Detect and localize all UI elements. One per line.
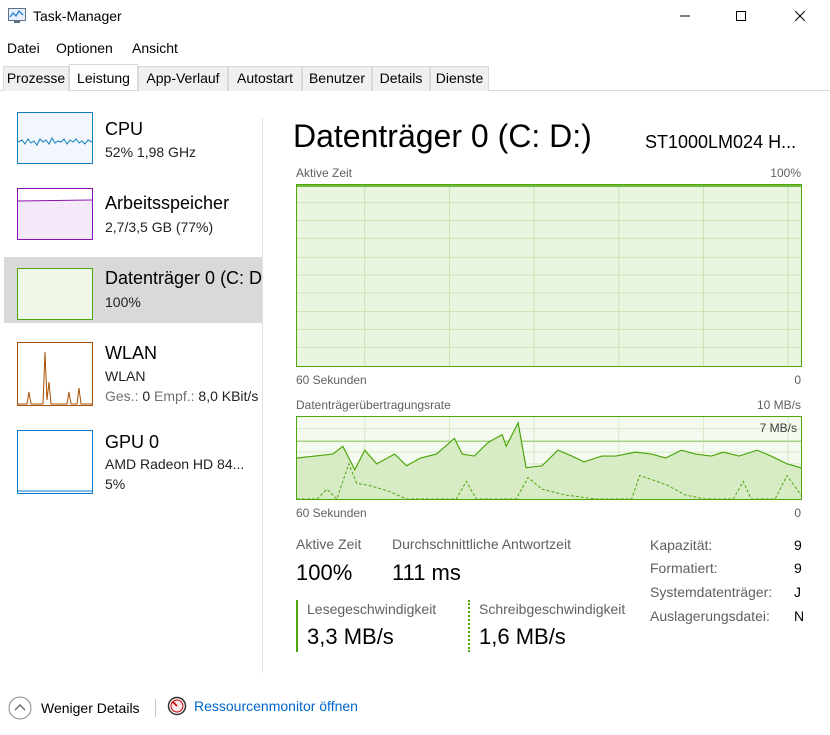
fewer-details-label: Weniger Details xyxy=(41,700,140,716)
transfer-rate-graph-min: 0 xyxy=(794,506,801,520)
maximize-button[interactable] xyxy=(718,0,764,32)
response-time-value: 111 ms xyxy=(392,560,461,585)
tab-leistung[interactable]: Leistung xyxy=(69,64,138,90)
active-time-value: 100% xyxy=(296,560,353,585)
tab-bar: Prozesse Leistung App-Verlauf Autostart … xyxy=(0,64,830,91)
active-time-graph-min: 0 xyxy=(794,373,801,387)
resource-monitor-label[interactable]: Ressourcenmonitor öffnen xyxy=(194,698,358,714)
sidebar-cpu-usage: 52% 1,98 GHz xyxy=(105,144,197,160)
transfer-rate-graph-max: 10 MB/s xyxy=(756,398,801,412)
system-disk-value: J xyxy=(794,584,801,600)
wlan-send-value: 0 xyxy=(142,388,151,404)
sidebar-disk-usage: 100% xyxy=(105,294,141,310)
memory-thumbnail-graph xyxy=(17,188,93,240)
response-time-label: Durchschnittliche Antwortzeit xyxy=(392,536,571,552)
fewer-details-button[interactable]: Weniger Details xyxy=(8,696,140,720)
sidebar-wlan-name: WLAN xyxy=(105,343,158,363)
maximize-icon xyxy=(736,11,746,21)
sidebar-item-wlan[interactable]: WLAN WLAN Ges.: 0 Empf.: 8,0 KBit/s xyxy=(4,342,262,408)
resource-monitor-icon xyxy=(167,696,187,716)
sidebar-gpu-name: GPU 0 xyxy=(105,432,160,452)
capacity-label: Kapazität: xyxy=(650,537,713,553)
sidebar-wlan-throughput: Ges.: 0 Empf.: 8,0 KBit/s xyxy=(105,388,262,404)
write-speed-value: 1,6 MB/s xyxy=(479,624,566,649)
capacity-value: 9 xyxy=(794,537,802,553)
resource-sidebar: CPU 52% 1,98 GHz Arbeitsspeicher 2,7/3,5… xyxy=(0,106,262,676)
menu-ansicht[interactable]: Ansicht xyxy=(132,40,178,56)
title-bar: Task-Manager xyxy=(0,0,830,34)
wlan-receive-value: 8,0 KBit/s xyxy=(198,388,259,404)
menu-datei[interactable]: Datei xyxy=(7,40,40,56)
page-title: Datenträger 0 (C: D:) xyxy=(293,118,592,154)
sidebar-cpu-name: CPU xyxy=(105,119,144,139)
tab-details[interactable]: Details xyxy=(372,66,430,91)
resource-monitor-link[interactable]: Ressourcenmonitor öffnen xyxy=(167,696,358,716)
wlan-receive-label: Empf.: xyxy=(154,388,195,404)
menu-optionen[interactable]: Optionen xyxy=(56,40,113,56)
close-button[interactable] xyxy=(777,0,823,32)
task-manager-icon xyxy=(8,8,26,23)
sidebar-wlan-adapter: WLAN xyxy=(105,368,146,384)
active-time-graph-label: Aktive Zeit xyxy=(296,166,353,180)
wlan-thumbnail-graph xyxy=(17,342,93,406)
chevron-up-circle-icon xyxy=(8,696,32,720)
formatted-label: Formatiert: xyxy=(650,560,718,576)
transfer-rate-graph-inner-label: 7 MB/s xyxy=(759,421,797,435)
minimize-icon xyxy=(680,15,690,17)
write-speed-indicator xyxy=(468,600,470,652)
close-icon xyxy=(794,10,806,22)
minimize-button[interactable] xyxy=(662,0,708,32)
active-time-graph xyxy=(296,184,802,367)
transfer-rate-graph-xlabel: 60 Sekunden xyxy=(296,506,367,520)
transfer-rate-graph xyxy=(296,416,802,500)
tab-autostart[interactable]: Autostart xyxy=(228,66,302,91)
sidebar-memory-name: Arbeitsspeicher xyxy=(105,193,230,213)
sidebar-gpu-usage: 5% xyxy=(105,476,126,492)
sidebar-item-cpu[interactable]: CPU 52% 1,98 GHz xyxy=(4,112,262,178)
write-speed-label: Schreibgeschwindigkeit xyxy=(479,601,626,617)
sidebar-item-disk-0[interactable]: Datenträger 0 (C: D:) 100% xyxy=(4,257,262,323)
pagefile-label: Auslagerungsdatei: xyxy=(650,608,770,624)
tab-dienste[interactable]: Dienste xyxy=(430,66,489,91)
sidebar-disk-name: Datenträger 0 (C: D:) xyxy=(105,268,262,288)
tab-app-verlauf[interactable]: App-Verlauf xyxy=(138,66,228,91)
formatted-value: 9 xyxy=(794,560,802,576)
active-time-graph-xlabel: 60 Sekunden xyxy=(296,373,367,387)
footer-divider xyxy=(155,699,156,717)
window-title: Task-Manager xyxy=(33,8,122,24)
sidebar-item-gpu-0[interactable]: GPU 0 AMD Radeon HD 84... 5% xyxy=(4,430,262,496)
active-time-label: Aktive Zeit xyxy=(296,536,362,552)
tab-prozesse[interactable]: Prozesse xyxy=(3,66,69,91)
pagefile-value: N xyxy=(794,608,805,624)
cpu-thumbnail-graph xyxy=(17,112,93,164)
read-speed-value: 3,3 MB/s xyxy=(307,624,394,649)
read-speed-label: Lesegeschwindigkeit xyxy=(307,601,437,617)
gpu-thumbnail-graph xyxy=(17,430,93,494)
sidebar-item-memory[interactable]: Arbeitsspeicher 2,7/3,5 GB (77%) xyxy=(4,188,262,254)
wlan-send-label: Ges.: xyxy=(105,388,139,404)
tab-benutzer[interactable]: Benutzer xyxy=(302,66,372,91)
active-time-graph-max: 100% xyxy=(770,166,801,180)
system-disk-label: Systemdatenträger: xyxy=(650,584,773,600)
footer-bar: Weniger Details Ressourcenmonitor öffnen xyxy=(0,690,830,730)
disk-model: ST1000LM024 H... xyxy=(645,132,797,152)
transfer-rate-graph-label: Datenträgerübertragungsrate xyxy=(296,398,451,412)
disk-thumbnail-graph xyxy=(17,268,93,320)
sidebar-gpu-model: AMD Radeon HD 84... xyxy=(105,456,245,472)
read-speed-indicator xyxy=(296,600,298,652)
disk-detail-panel: Datenträger 0 (C: D:) ST1000LM024 H... A… xyxy=(263,106,830,676)
sidebar-memory-usage: 2,7/3,5 GB (77%) xyxy=(105,219,214,235)
